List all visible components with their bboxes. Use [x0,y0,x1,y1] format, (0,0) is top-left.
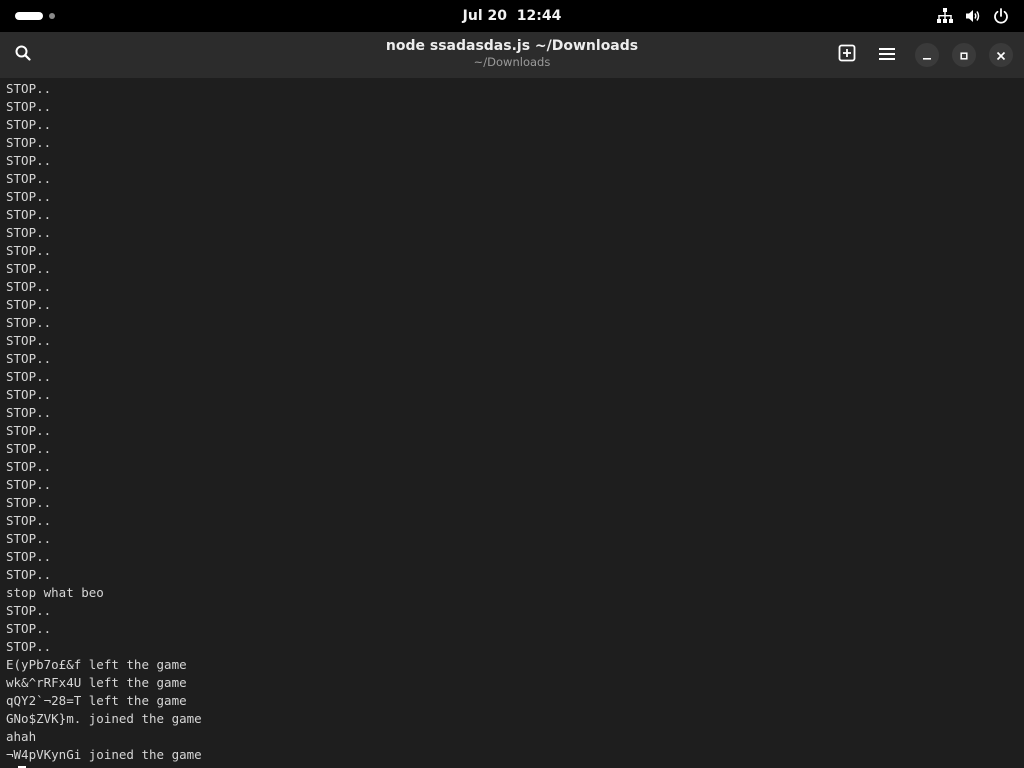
terminal-line: STOP.. [6,279,52,294]
terminal-line: STOP.. [6,207,52,222]
window-title-block: node ssadasdas.js ~/Downloads ~/Download… [212,37,812,70]
terminal-window: node ssadasdas.js ~/Downloads ~/Download… [0,32,1024,768]
terminal-line: ahah [6,729,37,744]
minimize-button[interactable] [915,43,939,67]
terminal-line: STOP.. [6,297,52,312]
terminal-line: STOP.. [6,459,52,474]
terminal-line: STOP.. [6,315,52,330]
main-menu-button[interactable] [872,40,902,70]
terminal-line: wk&^rRFx4U left the game [6,675,187,690]
terminal-lines: STOP.. STOP.. STOP.. STOP.. STOP.. STOP.. STOP… [6,80,202,768]
terminal-line: ¬W4pVKynGi joined the game [6,747,202,762]
terminal-line: STOP.. [6,81,52,96]
window-title: node ssadasdas.js ~/Downloads [385,38,639,54]
terminal-line: STOP.. [6,189,52,204]
terminal-line: GNo$ZVK}m. joined the game [6,711,202,726]
input-prompt-row[interactable]: > [6,764,202,768]
window-subtitle: ~/Downloads [473,55,551,69]
header-bar[interactable]: node ssadasdas.js ~/Downloads ~/Download… [0,32,1024,78]
power-icon[interactable] [992,7,1010,25]
terminal-line: STOP.. [6,387,52,402]
terminal-line: STOP.. [6,495,52,510]
close-icon [996,46,1006,65]
network-icon[interactable] [936,7,954,25]
terminal-line: STOP.. [6,567,52,582]
system-tray[interactable] [936,7,1010,25]
clock[interactable]: Jul 20 12:44 [0,0,1024,32]
terminal-line: STOP.. [6,639,52,654]
terminal-line: STOP.. [6,513,52,528]
volume-icon[interactable] [964,7,982,25]
terminal-line: STOP.. [6,333,52,348]
terminal-line: STOP.. [6,621,52,636]
terminal-line: STOP.. [6,423,52,438]
close-button[interactable] [989,43,1013,67]
terminal-line: STOP.. [6,171,52,186]
terminal-line: STOP.. [6,225,52,240]
terminal-line: qQY2`¬28=T left the game [6,693,187,708]
terminal-line: STOP.. [6,441,52,456]
search-icon [15,45,31,65]
terminal-line: STOP.. [6,531,52,546]
terminal-line: STOP.. [6,351,52,366]
terminal-line: STOP.. [6,99,52,114]
terminal-line: STOP.. [6,135,52,150]
terminal-line: STOP.. [6,369,52,384]
prompt-symbol: > [6,764,14,768]
terminal-line: STOP.. [6,261,52,276]
hamburger-menu-icon [879,46,895,65]
terminal-line: STOP.. [6,477,52,492]
search-button[interactable] [8,40,38,70]
terminal-line: stop what beo [6,585,104,600]
terminal-line: STOP.. [6,243,52,258]
terminal-line: STOP.. [6,549,52,564]
terminal-line: E(yPb7o£&f left the game [6,657,187,672]
terminal-line: STOP.. [6,603,52,618]
maximize-icon [959,46,969,65]
maximize-button[interactable] [952,43,976,67]
minimize-icon [922,46,932,65]
terminal-line: STOP.. [6,153,52,168]
new-tab-button[interactable] [832,40,862,70]
new-tab-icon [838,44,856,66]
terminal-output[interactable]: STOP.. STOP.. STOP.. STOP.. STOP.. STOP.. STOP… [0,78,1024,768]
terminal-line: STOP.. [6,117,52,132]
terminal-line: STOP.. [6,405,52,420]
system-top-bar: Jul 20 12:44 [0,0,1024,32]
